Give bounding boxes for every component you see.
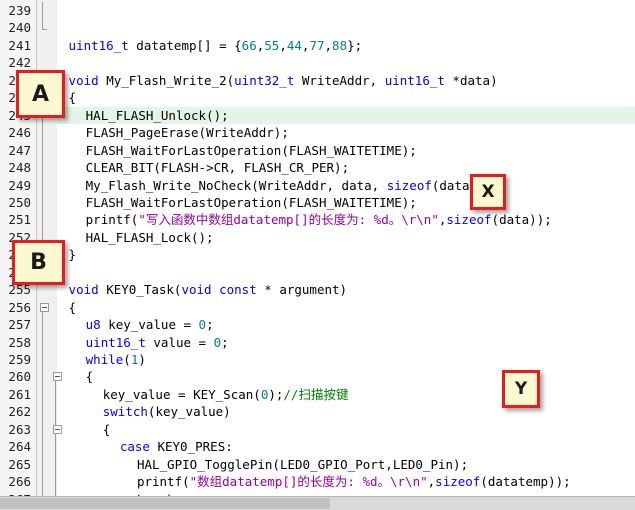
line-number: 247 [8, 142, 31, 158]
line-number: 259 [8, 352, 31, 367]
fold-guide-line [55, 381, 56, 510]
code-line[interactable]: void KEY0_Task(void const * argument) [69, 281, 348, 298]
code-line[interactable]: { [86, 368, 94, 385]
code-line[interactable]: case KEY0_PRES: [120, 438, 233, 455]
code-line[interactable]: FLASH_WaitForLastOperation(FLASH_WAITETI… [86, 194, 417, 211]
code-line[interactable]: { [69, 89, 77, 106]
line-number: 239 [8, 3, 31, 18]
code-line[interactable]: printf("数组datatemp[]的长度为: %d。\r\n",sizeo… [137, 473, 571, 490]
line-number: 258 [8, 334, 31, 350]
line-number: 261 [8, 386, 31, 402]
line-number: 251 [8, 212, 31, 228]
scrollbar-thumb[interactable] [0, 498, 330, 509]
horizontal-scrollbar[interactable] [0, 496, 635, 510]
code-line[interactable]: FLASH_PageErase(WriteAddr); [86, 124, 289, 141]
line-number: 241 [8, 37, 31, 53]
code-line[interactable]: CLEAR_BIT(FLASH->CR, FLASH_CR_PER); [86, 159, 349, 176]
fold-toggle-icon[interactable] [40, 302, 49, 312]
fold-guide-line [42, 102, 43, 256]
code-line[interactable]: void My_Flash_Write_2(uint32_t WriteAddr… [69, 72, 498, 89]
code-line[interactable]: HAL_FLASH_Lock(); [86, 229, 214, 246]
code-editor[interactable]: 239 240 241 uint16_t datatemp[] = {66,55,44… [0, 0, 635, 510]
line-number: 256 [8, 299, 31, 315]
code-line[interactable]: u8 key_value = 0; [86, 316, 214, 333]
line-number: 266 [8, 474, 31, 490]
line-number: 262 [8, 404, 31, 420]
fold-guide-line [42, 2, 43, 30]
fold-toggle-icon[interactable] [53, 424, 62, 434]
code-line[interactable]: { [69, 299, 77, 316]
callout-badge-x: X [470, 174, 506, 210]
code-line[interactable]: My_Flash_Write_NoCheck(WriteAddr, data, … [86, 177, 508, 194]
callout-badge-a: A [16, 70, 65, 118]
fold-end-tick [42, 29, 47, 31]
line-number: 246 [8, 125, 31, 141]
line-number: 265 [8, 456, 31, 472]
line-number: 249 [8, 177, 31, 193]
line-number: 263 [8, 421, 31, 437]
code-line[interactable]: { [103, 421, 111, 438]
fold-guide-line [42, 311, 43, 510]
code-line[interactable]: printf("写入函数中数组datatemp[]的长度为: %d。\r\n",… [86, 211, 552, 228]
fold-toggle-icon[interactable] [53, 372, 62, 382]
line-number: 260 [8, 369, 31, 385]
code-line[interactable]: key_value = KEY_Scan(0);//扫描按键 [103, 386, 349, 403]
line-number: 250 [8, 194, 31, 210]
line-number: 264 [8, 439, 31, 455]
line-number: 257 [8, 317, 31, 333]
code-line[interactable]: uint16_t datatemp[] = {66,55,44,77,88}; [69, 37, 363, 54]
callout-badge-b: B [12, 240, 65, 285]
code-line[interactable]: } [69, 246, 77, 263]
code-line[interactable]: FLASH_WaitForLastOperation(FLASH_WAITETI… [86, 142, 417, 159]
code-line[interactable]: HAL_GPIO_TogglePin(LED0_GPIO_Port,LED0_P… [137, 456, 468, 473]
code-line[interactable]: while(1) [86, 351, 146, 368]
callout-badge-y: Y [502, 370, 540, 408]
code-line[interactable]: switch(key_value) [103, 403, 231, 420]
line-number: 248 [8, 160, 31, 176]
code-line[interactable]: uint16_t value = 0; [86, 334, 229, 351]
line-number: 240 [8, 20, 31, 36]
code-line[interactable]: HAL_FLASH_Unlock(); [86, 107, 229, 124]
